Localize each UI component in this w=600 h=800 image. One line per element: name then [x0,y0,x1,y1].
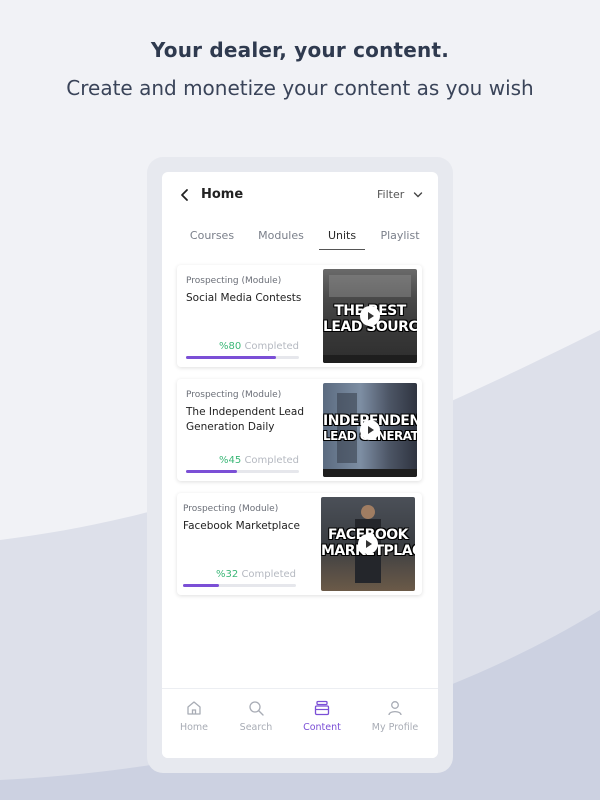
progress-bar [186,356,299,359]
video-thumbnail[interactable]: THE BEST LEAD SOURCE [323,269,417,363]
play-icon[interactable] [360,420,380,440]
page-title: Home [201,187,244,202]
content-tabs: Courses Modules Units Playlist [162,226,438,252]
progress-fill [183,584,220,587]
progress-percent: %80 [219,341,242,352]
nav-label-profile: My Profile [371,722,419,733]
nav-item-profile[interactable]: My Profile [364,699,426,749]
card-progress-text: %32 Completed [183,569,296,580]
card-module-label: Prospecting (Module) [183,504,279,514]
bottom-navigation: Home Search Content My Profile [162,688,438,758]
video-thumbnail[interactable]: FACEBOOK MARKETPLACE [321,497,415,591]
progress-fill [186,470,237,473]
card-title: Social Media Contests [186,292,302,304]
tab-modules[interactable]: Modules [250,226,312,250]
progress-percent: %32 [216,569,239,580]
back-arrow-icon[interactable] [178,188,192,202]
completed-label: Completed [244,455,299,466]
card-module-label: Prospecting (Module) [186,390,282,400]
unit-card[interactable]: Prospecting (Module) Social Media Contes… [177,265,422,367]
card-module-label: Prospecting (Module) [186,276,282,286]
tab-courses[interactable]: Courses [182,226,242,250]
top-bar: Home Filter [162,172,438,218]
progress-bar [183,584,296,587]
progress-bar [186,470,299,473]
tab-units[interactable]: Units [319,226,365,250]
card-progress-text: %45 Completed [186,455,299,466]
nav-label-content: Content [303,722,341,733]
progress-percent: %45 [219,455,242,466]
nav-item-search[interactable]: Search [225,699,287,749]
play-icon[interactable] [358,534,378,554]
video-thumbnail[interactable]: INDEPENDENT LEAD GENERATION [323,383,417,477]
promo-subheadline: Create and monetize your content as you … [66,76,534,100]
unit-card[interactable]: Prospecting (Module) Facebook Marketplac… [177,493,422,595]
completed-label: Completed [241,569,296,580]
search-icon [249,701,264,716]
nav-label-home: Home [179,722,209,733]
card-title: Facebook Marketplace [183,520,301,532]
nav-item-content[interactable]: Content [291,699,353,749]
content-stack-icon [314,700,330,716]
nav-label-search: Search [239,722,273,733]
play-icon[interactable] [360,306,380,326]
promo-headline: Your dealer, your content. [150,38,450,62]
completed-label: Completed [244,341,299,352]
home-icon [187,701,201,715]
nav-item-home[interactable]: Home [163,699,225,749]
filter-button[interactable]: Filter [377,188,404,201]
profile-icon [388,701,402,716]
tab-playlist[interactable]: Playlist [374,226,426,250]
chevron-down-icon[interactable] [413,190,423,200]
card-progress-text: %80 Completed [186,341,299,352]
unit-card[interactable]: Prospecting (Module) The Independent Lea… [177,379,422,481]
app-screen: Home Filter Courses Modules Units Playli… [162,172,438,758]
progress-fill [186,356,277,359]
card-title: The Independent Lead Generation Daily [186,406,304,433]
